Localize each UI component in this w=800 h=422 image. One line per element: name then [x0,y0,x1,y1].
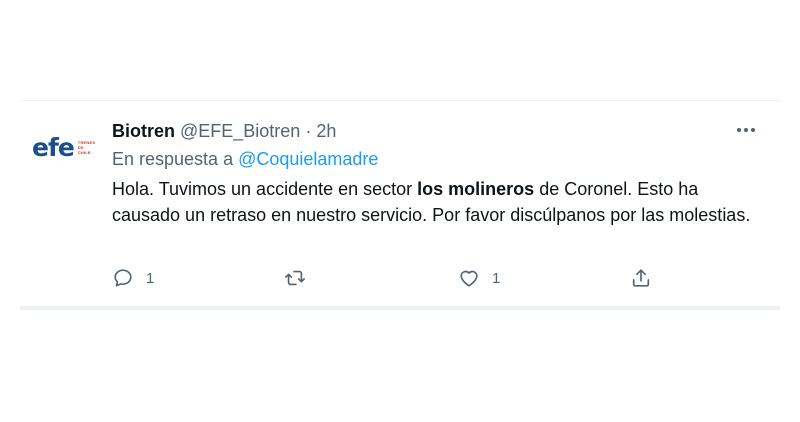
reply-prefix: En respuesta a [112,149,234,169]
more-horizontal-icon [744,128,748,132]
like-count: 1 [492,269,501,287]
heart-icon [460,270,478,287]
tweet-text-part: Hola. Tuvimos un accidente en sector [112,179,418,199]
tweet-header: Biotren @EFE_Biotren · 2h [112,119,764,143]
efe-logo-text: efe [32,132,75,162]
like-button[interactable]: 1 [458,263,500,293]
more-horizontal-icon [751,128,755,132]
tweet-actions: 1 1 [112,263,672,293]
tweet-text-bold: los molineros [417,179,535,199]
retweet-button[interactable] [284,263,306,293]
tweet-card[interactable]: efe TRENES DE CHILE Biotren @EFE_Biotren… [20,100,780,310]
reply-context: En respuesta a @Coquielamadre [112,147,764,171]
more-horizontal-icon [737,128,741,132]
reply-count: 1 [146,269,155,287]
reply-button[interactable]: 1 [112,263,154,293]
share-button[interactable] [630,263,652,293]
tweet-text: Hola. Tuvimos un accidente en sector los… [112,176,752,228]
avatar[interactable]: efe TRENES DE CHILE [32,123,98,171]
tweet-body: Biotren @EFE_Biotren · 2h En respuesta a… [112,119,764,228]
header-separator: · [305,121,312,141]
user-handle[interactable]: @EFE_Biotren [180,119,300,143]
comment-icon [114,269,132,287]
tweet-timestamp[interactable]: 2h [316,119,336,143]
display-name[interactable]: Biotren [112,119,175,143]
more-options-button[interactable] [728,115,764,145]
share-icon [632,269,650,287]
logo-subtext-line: CHILE [77,149,91,155]
reply-mention-link[interactable]: @Coquielamadre [238,149,378,169]
retweet-icon [285,270,305,286]
efe-logo-subtext: TRENES DE CHILE [78,140,95,155]
